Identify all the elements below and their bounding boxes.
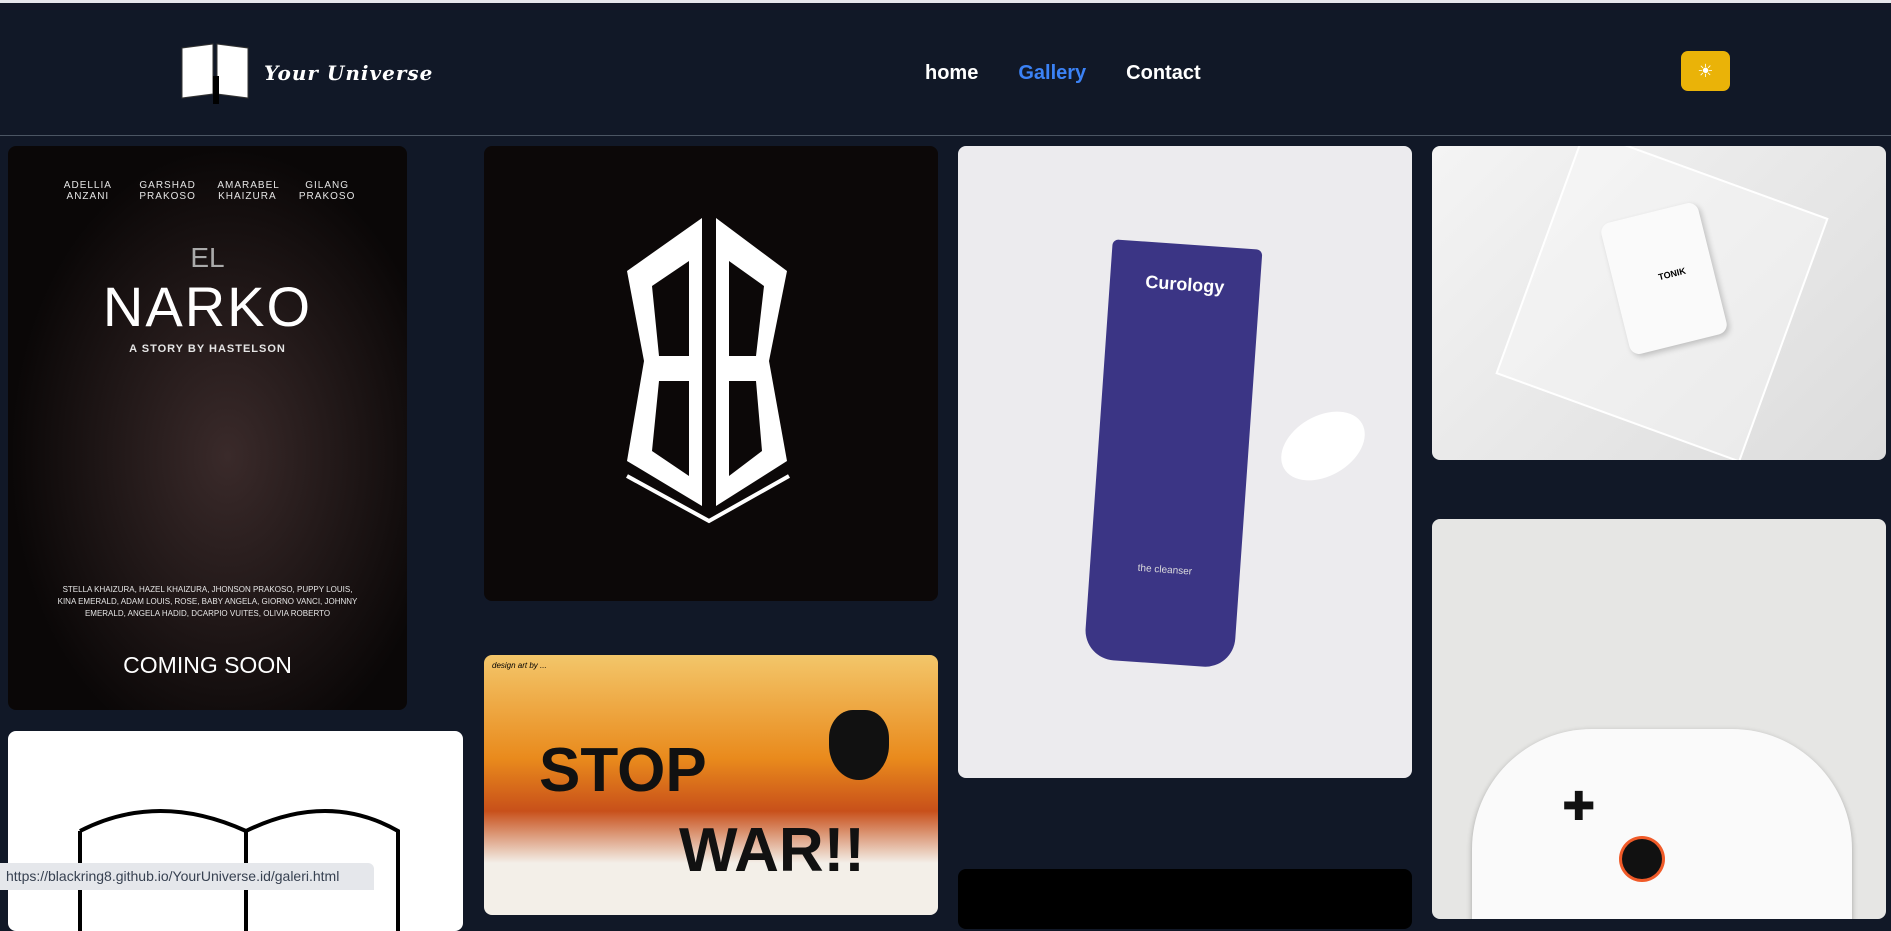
nav-home[interactable]: home	[925, 62, 978, 85]
poster-byline: A STORY BY HASTELSON	[129, 343, 286, 355]
sun-icon: ☀	[1697, 60, 1714, 81]
gallery-item-colorful[interactable]	[958, 869, 1412, 929]
gallery-item-br-logo[interactable]	[484, 146, 938, 601]
poster-footer: COMING SOON	[123, 652, 292, 678]
controller-body: ✚	[1472, 729, 1852, 919]
brand-title: Your Universe	[264, 61, 434, 85]
gallery-item-book-logo[interactable]	[8, 731, 463, 931]
poster-credits: STELLA KHAIZURA, HAZEL KHAIZURA, JHONSON…	[57, 585, 358, 618]
gallery-item-game-controller[interactable]: ✚	[1432, 519, 1886, 919]
cast-name: GILANG PRAKOSO	[298, 180, 356, 202]
product-tube: Curology the cleanser	[1083, 239, 1263, 669]
cream-swatch	[1269, 397, 1377, 495]
br-monogram	[626, 218, 790, 524]
brand-logo[interactable]: Your Universe	[180, 42, 433, 104]
site-header: Your Universe home Gallery Contact ☀	[0, 6, 1891, 136]
handprint-icon	[829, 710, 889, 780]
product-name: the cleanser	[1137, 562, 1193, 578]
poster-pre: EL	[190, 242, 225, 273]
gallery-item-curology[interactable]: Curology the cleanser	[958, 146, 1412, 778]
product-brand: Curology	[1144, 271, 1225, 298]
gallery-item-tonik[interactable]: TONIK	[1432, 146, 1886, 460]
joystick	[1622, 839, 1662, 879]
theme-toggle-button[interactable]: ☀	[1681, 51, 1730, 91]
cast-list: ADELLIA ANZANI GARSHAD PRAKOSO AMARABEL …	[8, 146, 407, 202]
cast-name: AMARABEL KHAIZURA	[217, 180, 280, 202]
poster-title: NARKO	[102, 275, 313, 338]
cast-name: ADELLIA ANZANI	[63, 180, 112, 202]
open-book-icon	[181, 43, 249, 104]
open-book-drawing	[78, 809, 400, 931]
poster-line2: WAR!!	[679, 816, 865, 885]
gallery-item-stop-war[interactable]: design art by ... STOP WAR!!	[484, 655, 938, 915]
dpad-icon: ✚	[1562, 785, 1596, 829]
cast-name: GARSHAD PRAKOSO	[139, 180, 196, 202]
poster-line1: STOP	[539, 736, 707, 805]
gallery-item-narko-poster[interactable]: ADELLIA ANZANI GARSHAD PRAKOSO AMARABEL …	[8, 146, 407, 710]
main-nav: home Gallery Contact	[925, 62, 1201, 85]
nav-contact[interactable]: Contact	[1126, 62, 1200, 85]
art-credit: design art by ...	[492, 661, 547, 670]
nav-gallery[interactable]: Gallery	[1018, 62, 1086, 85]
status-bar-url: https://blackring8.github.io/YourUnivers…	[0, 863, 374, 890]
